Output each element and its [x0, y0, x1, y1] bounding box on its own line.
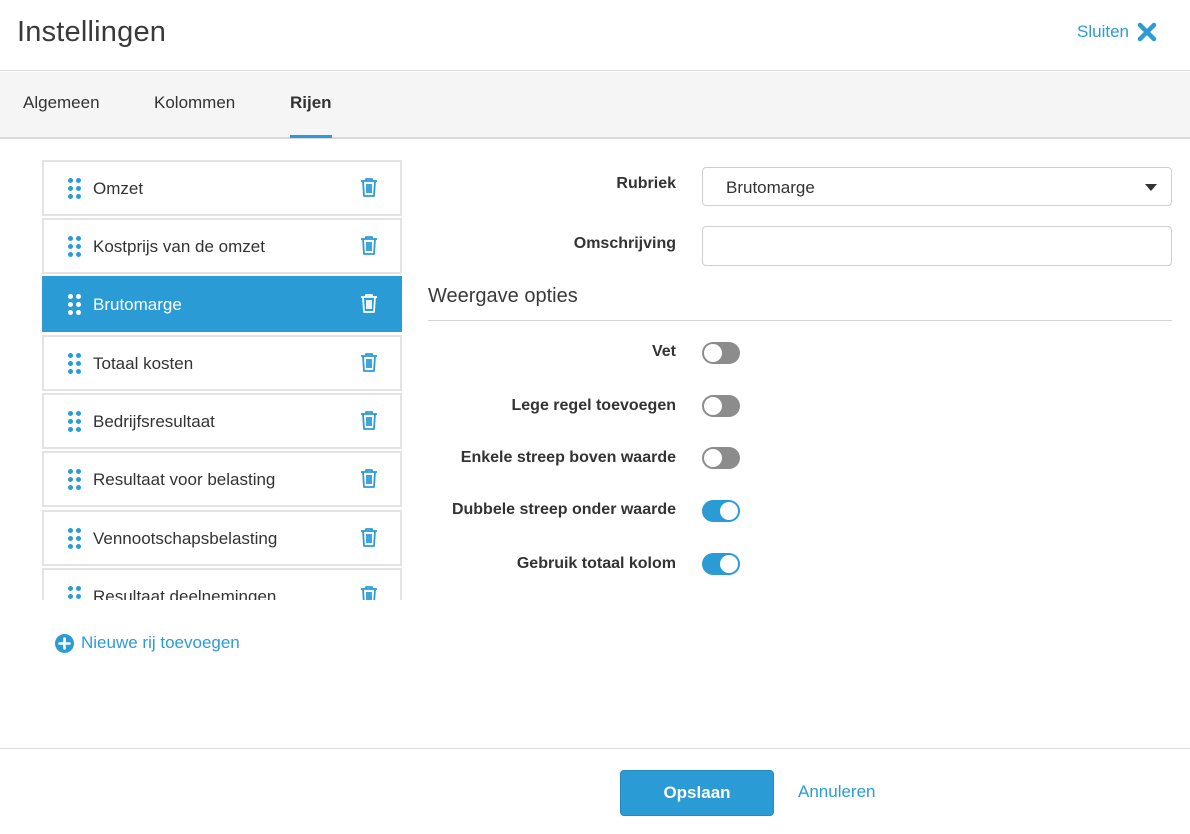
drag-handle-icon[interactable] — [68, 353, 82, 375]
toggle-totaal-kolom[interactable] — [702, 553, 740, 575]
list-item[interactable]: Resultaat deelnemingen — [42, 568, 402, 600]
list-item-selected[interactable]: Brutomarge — [42, 276, 402, 332]
close-button[interactable]: Sluiten — [1077, 22, 1157, 42]
toggle-knob — [704, 449, 722, 467]
option-label-totaal-kolom: Gebruik totaal kolom — [516, 555, 676, 572]
list-item[interactable]: Vennootschapsbelasting — [42, 510, 402, 566]
list-item-label: Totaal kosten — [93, 354, 194, 373]
dialog-header: Instellingen Sluiten — [0, 0, 1190, 71]
option-label-lege-regel: Lege regel toevoegen — [511, 397, 677, 414]
trash-icon[interactable] — [360, 352, 378, 372]
list-item-label: Resultaat deelnemingen — [93, 587, 277, 600]
list-item[interactable]: Bedrijfsresultaat — [42, 393, 402, 449]
tab-bar: Algemeen Kolommen Rijen — [0, 72, 1190, 139]
toggle-knob — [704, 344, 722, 362]
trash-icon[interactable] — [360, 410, 378, 430]
footer-divider — [0, 748, 1190, 749]
trash-icon[interactable] — [360, 177, 378, 197]
toggle-knob — [704, 397, 722, 415]
trash-icon[interactable] — [360, 293, 378, 313]
cancel-button[interactable]: Annuleren — [798, 782, 876, 802]
toggle-vet[interactable] — [702, 342, 740, 364]
toggle-knob — [720, 555, 738, 573]
toggle-enkele-streep[interactable] — [702, 447, 740, 469]
section-divider — [428, 320, 1172, 321]
dialog-title: Instellingen — [17, 16, 167, 48]
omschrijving-label: Omschrijving — [573, 235, 676, 252]
section-title: Weergave opties — [428, 285, 578, 307]
list-item-label: Omzet — [93, 179, 144, 198]
rubriek-value: Brutomarge — [726, 178, 815, 197]
toggle-lege-regel[interactable] — [702, 395, 740, 417]
omschrijving-input[interactable] — [702, 226, 1172, 266]
drag-handle-icon[interactable] — [68, 528, 82, 550]
list-item[interactable]: Kostprijs van de omzet — [42, 218, 402, 274]
drag-handle-icon[interactable] — [68, 586, 82, 600]
rubriek-select[interactable]: Brutomarge — [702, 167, 1172, 206]
plus-circle-icon — [55, 633, 74, 653]
tab-kolommen[interactable]: Kolommen — [154, 93, 235, 137]
save-button[interactable]: Opslaan — [620, 770, 774, 816]
list-item[interactable]: Resultaat voor belasting — [42, 451, 402, 507]
drag-handle-icon[interactable] — [68, 294, 82, 316]
add-row-label: Nieuwe rij toevoegen — [81, 633, 240, 652]
drag-handle-icon[interactable] — [68, 178, 82, 200]
rubriek-label: Rubriek — [616, 175, 676, 192]
list-item-label: Resultaat voor belasting — [93, 470, 276, 489]
close-x-icon — [1137, 22, 1157, 42]
trash-icon[interactable] — [360, 468, 378, 488]
list-item-label: Vennootschapsbelasting — [93, 529, 278, 548]
close-label: Sluiten — [1077, 22, 1129, 41]
list-item-label: Kostprijs van de omzet — [93, 237, 265, 256]
option-label-vet: Vet — [651, 343, 676, 360]
option-label-enkele-streep: Enkele streep boven waarde — [460, 449, 676, 466]
list-item-label: Bedrijfsresultaat — [93, 412, 215, 431]
toggle-knob — [720, 502, 738, 520]
tab-rijen[interactable]: Rijen — [290, 93, 332, 138]
drag-handle-icon[interactable] — [68, 411, 82, 433]
trash-icon[interactable] — [360, 585, 378, 600]
list-item[interactable]: Omzet — [42, 160, 402, 216]
list-item[interactable]: Totaal kosten — [42, 335, 402, 391]
drag-handle-icon[interactable] — [68, 469, 82, 491]
trash-icon[interactable] — [360, 235, 378, 255]
toggle-dubbele-streep[interactable] — [702, 500, 740, 522]
row-list[interactable]: Omzet Kostprijs van de omzet Brutomarge … — [42, 160, 402, 600]
drag-handle-icon[interactable] — [68, 236, 82, 258]
add-row-button[interactable]: Nieuwe rij toevoegen — [55, 633, 240, 653]
tab-algemeen[interactable]: Algemeen — [23, 93, 100, 137]
option-label-dubbele-streep: Dubbele streep onder waarde — [451, 501, 676, 518]
trash-icon[interactable] — [360, 527, 378, 547]
caret-down-icon — [1145, 184, 1157, 191]
list-item-label: Brutomarge — [93, 295, 182, 314]
